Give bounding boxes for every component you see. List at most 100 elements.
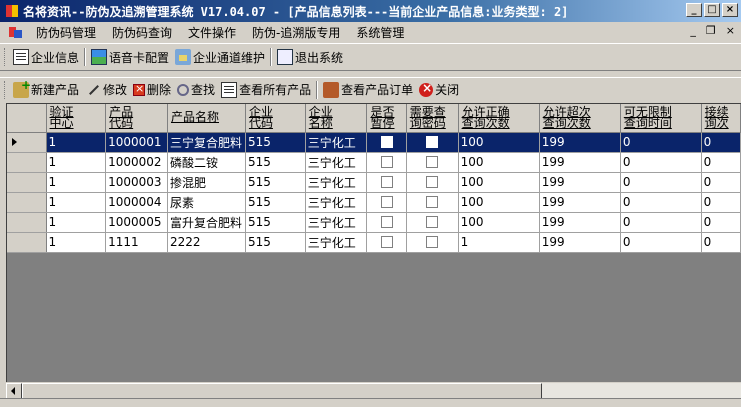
- product-grid[interactable]: 验证 中心 产品 代码 产品名称 企业 代码 企业 名称 是否 暂停 需要查 询密码 允许正…: [6, 103, 741, 382]
- col-header-unlimited[interactable]: 可无限制 查询时间: [620, 104, 702, 133]
- unlimited-cell[interactable]: 0: [620, 192, 702, 213]
- need-password-checkbox-cell[interactable]: [406, 132, 459, 153]
- unlimited-cell[interactable]: 0: [620, 232, 702, 253]
- voice-card-button[interactable]: 语音卡配置: [88, 46, 172, 68]
- product-code-cell[interactable]: 1000004: [105, 192, 168, 213]
- find-button[interactable]: 查找: [174, 79, 218, 101]
- col-header-product-name[interactable]: 产品名称: [167, 104, 246, 133]
- product-name-cell[interactable]: 尿素: [167, 192, 246, 213]
- center-cell[interactable]: 1: [46, 152, 107, 173]
- need-password-checkbox[interactable]: [426, 176, 439, 188]
- row-header[interactable]: [7, 232, 47, 253]
- col-header-paused[interactable]: 是否 暂停: [366, 104, 407, 133]
- need-password-checkbox-cell[interactable]: [406, 152, 459, 173]
- corp-code-cell[interactable]: 515: [245, 192, 306, 213]
- product-code-cell[interactable]: 1000003: [105, 172, 168, 193]
- row-header[interactable]: [7, 212, 47, 233]
- row-header[interactable]: [7, 132, 47, 153]
- unlimited-cell[interactable]: 0: [620, 212, 702, 233]
- table-row[interactable]: 1 1000002 磷酸二铵 515 三宁化工 100 199 0 0: [7, 152, 741, 173]
- continue-cell[interactable]: 0: [701, 232, 741, 253]
- menu-file-ops[interactable]: 文件操作: [180, 24, 244, 41]
- col-header-product-code[interactable]: 产品 代码: [105, 104, 168, 133]
- col-header-corp-name[interactable]: 企业 名称: [305, 104, 368, 133]
- paused-checkbox-cell[interactable]: [366, 132, 407, 153]
- need-password-checkbox[interactable]: [426, 236, 439, 248]
- allow-correct-cell[interactable]: 100: [458, 152, 540, 173]
- col-header-corp-code[interactable]: 企业 代码: [245, 104, 306, 133]
- unlimited-cell[interactable]: 0: [620, 172, 702, 193]
- paused-checkbox[interactable]: [380, 236, 393, 248]
- corp-code-cell[interactable]: 515: [245, 212, 306, 233]
- product-name-cell[interactable]: 2222: [167, 232, 246, 253]
- paused-checkbox-cell[interactable]: [366, 152, 407, 173]
- need-password-checkbox[interactable]: [426, 156, 439, 168]
- need-password-checkbox-cell[interactable]: [406, 192, 459, 213]
- edit-button[interactable]: 修改: [82, 79, 130, 101]
- toolbar-grip[interactable]: [4, 80, 7, 99]
- new-product-button[interactable]: 新建产品: [10, 78, 82, 101]
- corp-name-cell[interactable]: 三宁化工: [305, 212, 368, 233]
- mdi-restore-button[interactable]: ❐: [706, 24, 716, 37]
- delete-button[interactable]: 删除: [130, 79, 174, 101]
- corp-code-cell[interactable]: 515: [245, 172, 306, 193]
- col-header-continue[interactable]: 接续 询次: [701, 104, 741, 133]
- product-code-cell[interactable]: 1000001: [105, 132, 168, 153]
- need-password-checkbox[interactable]: [426, 136, 439, 148]
- menu-trace-edition[interactable]: 防伪-追溯版专用: [244, 24, 348, 41]
- scroll-thumb[interactable]: [22, 383, 542, 399]
- allow-over-cell[interactable]: 199: [539, 152, 621, 173]
- center-cell[interactable]: 1: [46, 172, 107, 193]
- need-password-checkbox-cell[interactable]: [406, 232, 459, 253]
- allow-over-cell[interactable]: 199: [539, 132, 621, 153]
- allow-correct-cell[interactable]: 100: [458, 132, 540, 153]
- unlimited-cell[interactable]: 0: [620, 152, 702, 173]
- maximize-button[interactable]: □: [704, 3, 720, 17]
- row-header[interactable]: [7, 192, 47, 213]
- channel-maint-button[interactable]: 企业通道维护: [172, 46, 268, 68]
- mdi-minimize-button[interactable]: _: [690, 24, 696, 37]
- corp-name-cell[interactable]: 三宁化工: [305, 232, 368, 253]
- col-header-need-password[interactable]: 需要查 询密码: [406, 104, 459, 133]
- paused-checkbox[interactable]: [380, 136, 393, 148]
- table-row[interactable]: 1 1111 2222 515 三宁化工 1 199 0 0: [7, 232, 741, 253]
- continue-cell[interactable]: 0: [701, 212, 741, 233]
- corp-code-cell[interactable]: 515: [245, 152, 306, 173]
- allow-over-cell[interactable]: 199: [539, 192, 621, 213]
- toolbar-grip[interactable]: [4, 48, 7, 66]
- row-header[interactable]: [7, 172, 47, 193]
- paused-checkbox-cell[interactable]: [366, 172, 407, 193]
- table-row[interactable]: 1 1000004 尿素 515 三宁化工 100 199 0 0: [7, 192, 741, 213]
- center-cell[interactable]: 1: [46, 212, 107, 233]
- allow-correct-cell[interactable]: 1: [458, 232, 540, 253]
- exit-system-button[interactable]: 退出系统: [274, 46, 346, 68]
- horizontal-scrollbar[interactable]: [6, 382, 741, 399]
- corp-name-cell[interactable]: 三宁化工: [305, 132, 368, 153]
- col-header-allow-over[interactable]: 允许超次 查询次数: [539, 104, 621, 133]
- corp-code-cell[interactable]: 515: [245, 132, 306, 153]
- allow-over-cell[interactable]: 199: [539, 232, 621, 253]
- corp-name-cell[interactable]: 三宁化工: [305, 172, 368, 193]
- scroll-left-button[interactable]: [6, 383, 22, 399]
- need-password-checkbox[interactable]: [426, 216, 439, 228]
- allow-correct-cell[interactable]: 100: [458, 172, 540, 193]
- minimize-button[interactable]: _: [686, 3, 702, 17]
- row-header-corner[interactable]: [7, 104, 47, 133]
- need-password-checkbox-cell[interactable]: [406, 172, 459, 193]
- menu-code-query[interactable]: 防伪码查询: [104, 24, 180, 41]
- product-name-cell[interactable]: 掺混肥: [167, 172, 246, 193]
- allow-over-cell[interactable]: 199: [539, 172, 621, 193]
- product-name-cell[interactable]: 富升复合肥料: [167, 212, 246, 233]
- col-header-center[interactable]: 验证 中心: [46, 104, 107, 133]
- paused-checkbox-cell[interactable]: [366, 212, 407, 233]
- col-header-allow-correct[interactable]: 允许正确 查询次数: [458, 104, 540, 133]
- paused-checkbox-cell[interactable]: [366, 192, 407, 213]
- product-name-cell[interactable]: 磷酸二铵: [167, 152, 246, 173]
- center-cell[interactable]: 1: [46, 192, 107, 213]
- product-code-cell[interactable]: 1000005: [105, 212, 168, 233]
- need-password-checkbox-cell[interactable]: [406, 212, 459, 233]
- continue-cell[interactable]: 0: [701, 172, 741, 193]
- allow-correct-cell[interactable]: 100: [458, 192, 540, 213]
- paused-checkbox[interactable]: [380, 176, 393, 188]
- row-header[interactable]: [7, 152, 47, 173]
